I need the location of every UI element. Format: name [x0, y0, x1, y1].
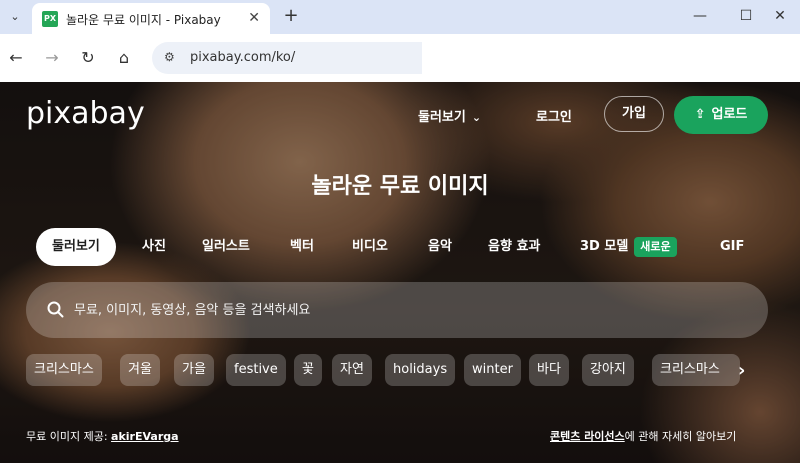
image-credit: 무료 이미지 제공: akirEVarga [26, 428, 179, 444]
chevron-down-icon: ⌄ [471, 111, 482, 124]
tag-chip[interactable]: 바다 [529, 354, 569, 386]
tab-3d-models[interactable]: 3D 모델 새로운 [580, 228, 677, 266]
tab-sound-effects[interactable]: 음향 효과 [488, 228, 540, 266]
tab-3d-models-label: 3D 모델 [580, 239, 629, 254]
new-tab-plus-icon[interactable]: + [280, 5, 302, 27]
license-link[interactable]: 콘텐츠 라이선스 [550, 430, 625, 443]
tag-chip[interactable]: 자연 [332, 354, 372, 386]
tab-music[interactable]: 음악 [428, 228, 452, 266]
forward-icon[interactable]: → [40, 46, 64, 70]
tag-chip[interactable]: winter [464, 354, 521, 386]
pixabay-favicon: PX [42, 11, 58, 27]
tab-vectors[interactable]: 벡터 [290, 228, 314, 266]
browser-tab-bar: ⌄ PX 놀라운 무료 이미지 - Pixabay ✕ + — ☐ ✕ [0, 0, 800, 34]
upload-label: 업로드 [711, 107, 748, 122]
license-info: 콘텐츠 라이선스에 관해 자세히 알아보기 [550, 428, 736, 444]
minimize-icon[interactable]: — [680, 4, 720, 28]
tab-explore[interactable]: 둘러보기 [36, 228, 116, 266]
search-icon [47, 301, 64, 318]
hero-background-image [0, 82, 800, 463]
tag-chip[interactable]: 꽃 [294, 354, 322, 386]
omnibox[interactable]: ⚙ pixabay.com/ko/ [152, 42, 422, 74]
tag-chip[interactable]: 겨울 [120, 354, 160, 386]
tag-chip[interactable]: 크리스마스 [26, 354, 102, 386]
popular-tags: 크리스마스 겨울 가을 festive 꽃 자연 holidays winter… [26, 354, 766, 386]
search-input[interactable] [74, 300, 734, 320]
tag-chip[interactable]: 강아지 [582, 354, 634, 386]
upload-icon: ⇪ [694, 107, 706, 122]
search-bar[interactable] [26, 282, 768, 338]
pixabay-logo[interactable]: pixabay [26, 96, 145, 131]
address-bar: ← → ↻ ⌂ ⚙ pixabay.com/ko/ [0, 34, 800, 82]
tab-title: 놀라운 무료 이미지 - Pixabay [66, 13, 221, 27]
credit-prefix: 무료 이미지 제공: [26, 430, 108, 443]
tag-chip[interactable]: 가을 [174, 354, 214, 386]
site-info-icon[interactable]: ⚙ [164, 50, 175, 64]
reload-icon[interactable]: ↻ [76, 46, 100, 70]
tab-search-chevron-down-icon[interactable]: ⌄ [4, 6, 26, 28]
tab-photos[interactable]: 사진 [142, 228, 166, 266]
tag-chip[interactable]: 크리스마스 [652, 354, 740, 386]
tag-chip[interactable]: holidays [385, 354, 456, 386]
page-headline: 놀라운 무료 이미지 [311, 174, 489, 199]
back-icon[interactable]: ← [4, 46, 28, 70]
tab-videos[interactable]: 비디오 [352, 228, 388, 266]
signup-button[interactable]: 가입 [604, 96, 664, 132]
explore-menu[interactable]: 둘러보기 ⌄ [418, 106, 481, 125]
tab-gif[interactable]: GIF [720, 228, 744, 266]
hero-section: pixabay 둘러보기 ⌄ 로그인 가입 ⇪ 업로드 놀라운 무료 이미지 둘러보… [0, 82, 800, 463]
browser-tab[interactable]: PX 놀라운 무료 이미지 - Pixabay ✕ [32, 3, 270, 34]
new-badge: 새로운 [634, 236, 677, 257]
credit-author-link[interactable]: akirEVarga [111, 430, 179, 443]
chevron-right-icon[interactable]: › [738, 360, 745, 381]
explore-menu-label: 둘러보기 [418, 110, 466, 125]
close-window-icon[interactable]: ✕ [760, 4, 800, 28]
license-suffix: 에 관해 자세히 알아보기 [624, 430, 737, 443]
tag-chip[interactable]: festive [226, 354, 286, 386]
login-link[interactable]: 로그인 [536, 106, 572, 125]
upload-button[interactable]: ⇪ 업로드 [674, 96, 768, 134]
tab-close-icon[interactable]: ✕ [248, 9, 260, 27]
url-text: pixabay.com/ko/ [190, 50, 296, 65]
tab-illustrations[interactable]: 일러스트 [202, 228, 250, 266]
home-icon[interactable]: ⌂ [112, 46, 136, 70]
